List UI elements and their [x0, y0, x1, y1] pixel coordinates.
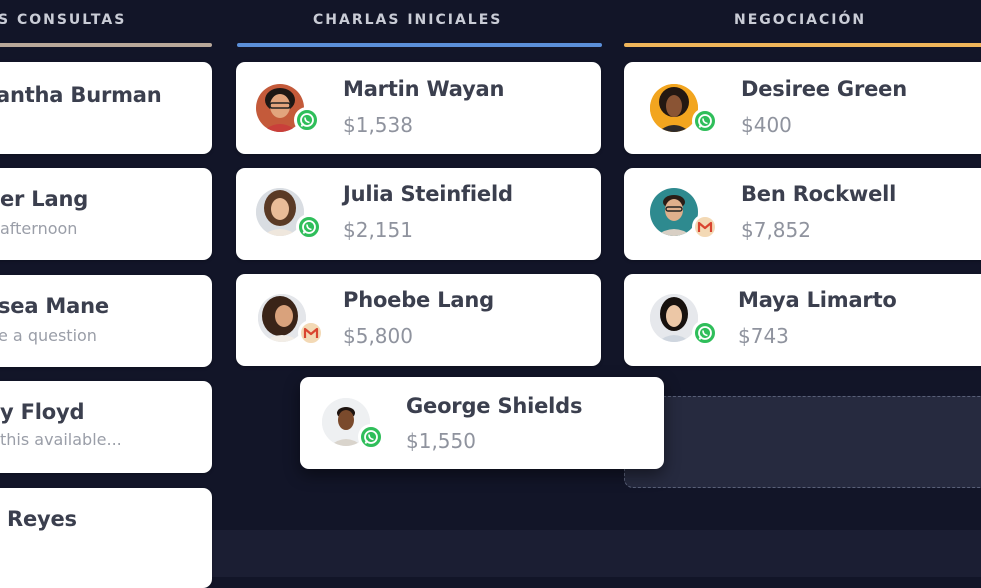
column-header-consultas: S CONSULTAS — [0, 12, 127, 28]
contact-name: er Lang — [0, 187, 89, 211]
contact-name: Martin Wayan — [343, 77, 505, 101]
deal-card[interactable]: er Lang afternoon — [0, 168, 212, 260]
contact-name: y Floyd — [0, 400, 85, 424]
contact-name: Reyes — [7, 507, 77, 531]
deal-card[interactable]: Maya Limarto $743 — [624, 274, 981, 366]
column-accent-charlas-iniciales — [237, 43, 602, 47]
deal-card[interactable]: Reyes — [0, 488, 212, 588]
last-message-preview: this available... — [0, 430, 122, 449]
contact-name: Ben Rockwell — [741, 182, 897, 206]
avatar — [650, 188, 698, 236]
deal-card[interactable]: Julia Steinfield $2,151 — [236, 168, 601, 260]
contact-name: antha Burman — [0, 83, 162, 107]
deal-amount: $743 — [738, 324, 789, 348]
whatsapp-icon — [294, 107, 320, 133]
last-message-preview: e a question — [0, 326, 97, 345]
whatsapp-icon — [692, 108, 718, 134]
deal-card[interactable]: Martin Wayan $1,538 — [236, 62, 601, 154]
deal-amount: $1,550 — [406, 429, 476, 453]
deal-amount: $5,800 — [343, 324, 413, 348]
contact-name: Julia Steinfield — [343, 182, 513, 206]
avatar — [650, 84, 698, 132]
contact-name: Phoebe Lang — [343, 288, 494, 312]
drop-zone-placeholder[interactable] — [624, 396, 981, 488]
dragged-deal-card[interactable]: George Shields $1,550 — [300, 377, 664, 469]
deal-amount: $400 — [741, 113, 792, 137]
column-header-negociacion: NEGOCIACIÓN — [734, 12, 867, 28]
contact-name: George Shields — [406, 394, 583, 418]
deal-amount: $2,151 — [343, 218, 413, 242]
contact-name: Maya Limarto — [738, 288, 897, 312]
whatsapp-icon — [358, 424, 384, 450]
contact-name: Desiree Green — [741, 77, 907, 101]
avatar — [650, 294, 698, 342]
gmail-icon — [692, 214, 718, 240]
deal-card[interactable]: antha Burman — [0, 62, 212, 154]
column-accent-negociacion — [624, 43, 981, 47]
gmail-icon — [298, 320, 324, 346]
column-header-charlas-iniciales: CHARLAS INICIALES — [313, 12, 503, 28]
deal-card[interactable]: Desiree Green $400 — [624, 62, 981, 154]
deal-card[interactable]: y Floyd this available... — [0, 381, 212, 473]
deal-card[interactable]: sea Mane e a question — [0, 275, 212, 367]
deal-card[interactable]: Ben Rockwell $7,852 — [624, 168, 981, 260]
whatsapp-icon — [692, 320, 718, 346]
column-accent-consultas — [0, 43, 212, 47]
contact-name: sea Mane — [0, 294, 109, 318]
deal-amount: $1,538 — [343, 113, 413, 137]
last-message-preview: afternoon — [0, 219, 78, 238]
deal-card[interactable]: Phoebe Lang $5,800 — [236, 274, 601, 366]
deal-amount: $7,852 — [741, 218, 811, 242]
whatsapp-icon — [296, 214, 322, 240]
